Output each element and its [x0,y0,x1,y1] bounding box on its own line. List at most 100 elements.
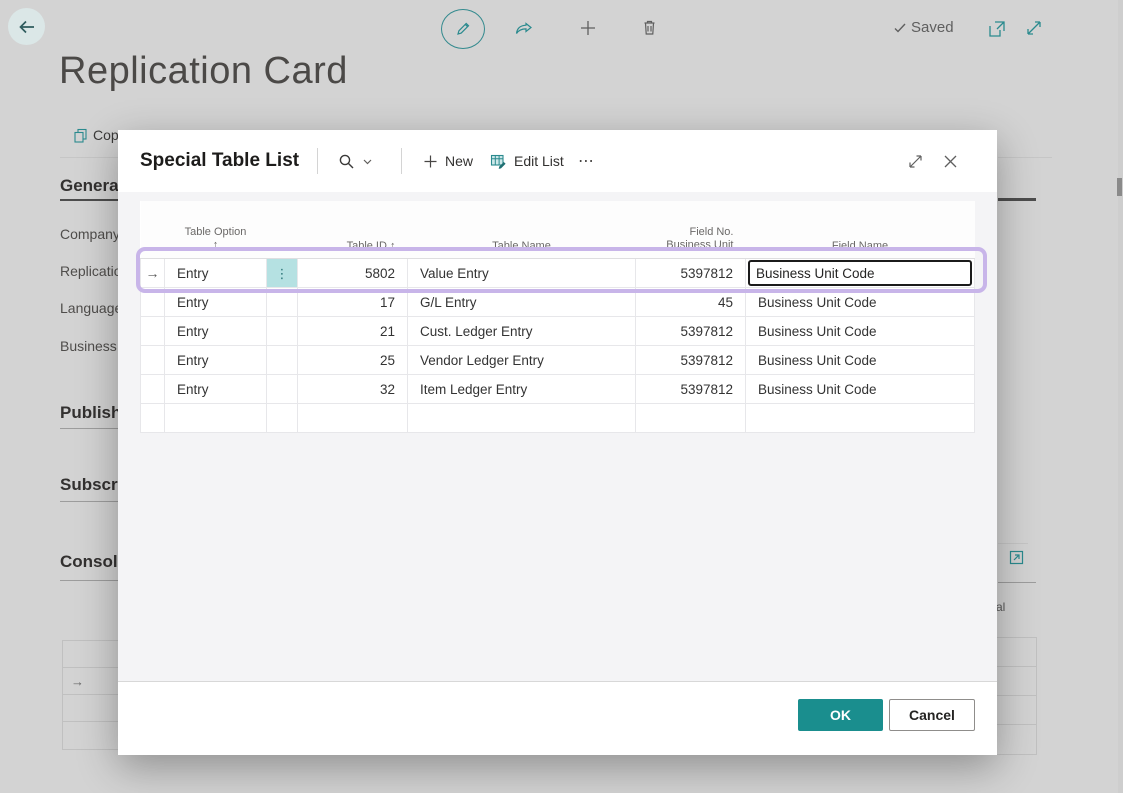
cell-row-menu[interactable]: ⋮ [267,259,298,288]
cell-table-name[interactable]: Vendor Ledger Entry [408,346,636,375]
table-row[interactable]: Entry 17 G/L Entry 45 Business Unit Code [141,288,975,317]
section-general-underline [60,199,118,201]
cell-table-id[interactable]: 32 [298,375,408,404]
cell-table-option[interactable]: Entry [165,317,267,346]
dialog-body: Table Option↑ Table ID ↑ Table Name Fiel… [118,192,997,682]
save-status: Saved [893,19,954,36]
cell-table-id[interactable]: 21 [298,317,408,346]
cell-row-menu[interactable] [267,404,298,433]
section-subscribe: Subscri [60,475,122,495]
cell-table-name[interactable] [408,404,636,433]
cell-field-no[interactable] [636,404,746,433]
col-field-no[interactable]: Field No.Business Unit [636,201,746,259]
open-table-icon [1008,549,1025,566]
cell-table-id[interactable]: 25 [298,346,408,375]
cell-table-id[interactable]: 17 [298,288,408,317]
cancel-button[interactable]: Cancel [889,699,975,731]
row-indicator [141,288,165,317]
new-row-button[interactable]: New [423,130,473,192]
cell-table-name[interactable]: Item Ledger Entry [408,375,636,404]
col-row-indicator [141,201,165,259]
row-indicator: → [141,259,165,288]
vertical-ellipsis-icon: ⋮ [276,269,289,278]
cell-field-no[interactable]: 5397812 [636,346,746,375]
ellipsis-icon: ⋯ [578,151,594,171]
cell-field-no[interactable]: 45 [636,288,746,317]
plus-icon [423,154,438,169]
section-consolidation-underline-right [998,582,1036,583]
cell-table-option[interactable]: Entry [165,375,267,404]
cell-table-option[interactable]: Entry [165,259,267,288]
check-icon [893,21,907,35]
dialog-header: Special Table List New [118,130,997,192]
section-consolidation: Consoli [60,552,122,572]
edit-list-button[interactable]: Edit List [490,130,564,192]
cell-table-name[interactable]: Value Entry [408,259,636,288]
back-arrow-icon [17,17,37,37]
more-options-button[interactable]: ⋯ [578,130,594,192]
cell-table-name[interactable]: G/L Entry [408,288,636,317]
diagonal-resize-icon [1024,18,1044,38]
cell-field-name[interactable]: Business Unit Code [746,346,975,375]
cell-row-menu[interactable] [267,375,298,404]
table-row[interactable]: Entry 21 Cust. Ledger Entry 5397812 Busi… [141,317,975,346]
chevron-down-icon [362,156,373,167]
screen: Replication Card Saved [0,0,1123,793]
background-table-left: → [62,640,120,750]
cell-field-no[interactable]: 5397812 [636,259,746,288]
page-scrollbar-thumb[interactable] [1117,178,1122,196]
row-menu-button[interactable]: ⋮ [267,259,297,287]
col-table-option[interactable]: Table Option↑ [165,201,267,259]
field-label-replication: Replicatio [60,263,121,279]
close-dialog-button[interactable] [941,130,960,192]
table-row[interactable]: Entry 32 Item Ledger Entry 5397812 Busin… [141,375,975,404]
cell-row-menu[interactable] [267,288,298,317]
cell-field-name[interactable]: Business Unit Code [746,317,975,346]
back-button[interactable] [8,8,45,45]
table-row[interactable] [141,404,975,433]
col-table-id[interactable]: Table ID ↑ [298,201,408,259]
delete-button[interactable] [639,17,660,38]
col-table-name[interactable]: Table Name [408,201,636,259]
cell-table-id[interactable]: 5802 [298,259,408,288]
cell-field-name[interactable]: Business Unit Code [746,288,975,317]
new-row-label: New [445,153,473,169]
open-in-window-button[interactable] [987,19,1007,39]
sort-asc-icon: ↑ [177,239,255,252]
share-button[interactable] [513,18,535,40]
search-button[interactable] [338,130,373,192]
cell-table-id[interactable] [298,404,408,433]
table-row[interactable]: Entry 25 Vendor Ledger Entry 5397812 Bus… [141,346,975,375]
edit-button[interactable] [441,9,485,49]
cell-table-option[interactable]: Entry [165,346,267,375]
copy-action[interactable]: Cop [73,127,119,143]
cell-field-name[interactable] [746,259,975,288]
special-table-list-dialog: Special Table List New [118,130,997,755]
col-row-menu [267,201,298,259]
page-scrollbar-track[interactable] [1118,0,1123,793]
cell-row-menu[interactable] [267,346,298,375]
cell-field-no[interactable]: 5397812 [636,317,746,346]
field-label-company: Company [60,226,120,242]
special-table-grid: Table Option↑ Table ID ↑ Table Name Fiel… [140,201,975,433]
cell-field-no[interactable]: 5397812 [636,375,746,404]
cell-field-name[interactable] [746,404,975,433]
cell-row-menu[interactable] [267,317,298,346]
field-name-input[interactable] [748,260,972,286]
expand-dialog-button[interactable] [906,130,925,192]
cell-table-option[interactable] [165,404,267,433]
col-field-name[interactable]: Field Name [746,201,975,259]
new-button[interactable] [577,17,599,39]
ok-button[interactable]: OK [798,699,883,731]
share-icon [513,18,535,40]
edit-list-label: Edit List [514,153,564,169]
search-icon [338,153,355,170]
resize-window-button[interactable] [1024,18,1044,38]
cell-table-name[interactable]: Cust. Ledger Entry [408,317,636,346]
page-title: Replication Card [59,50,348,93]
cell-table-option[interactable]: Entry [165,288,267,317]
table-row[interactable]: → Entry ⋮ 5802 Value Entry 5397812 [141,259,975,288]
assist-edit-button[interactable] [1008,549,1025,566]
background-table-right [997,637,1037,755]
cell-field-name[interactable]: Business Unit Code [746,375,975,404]
